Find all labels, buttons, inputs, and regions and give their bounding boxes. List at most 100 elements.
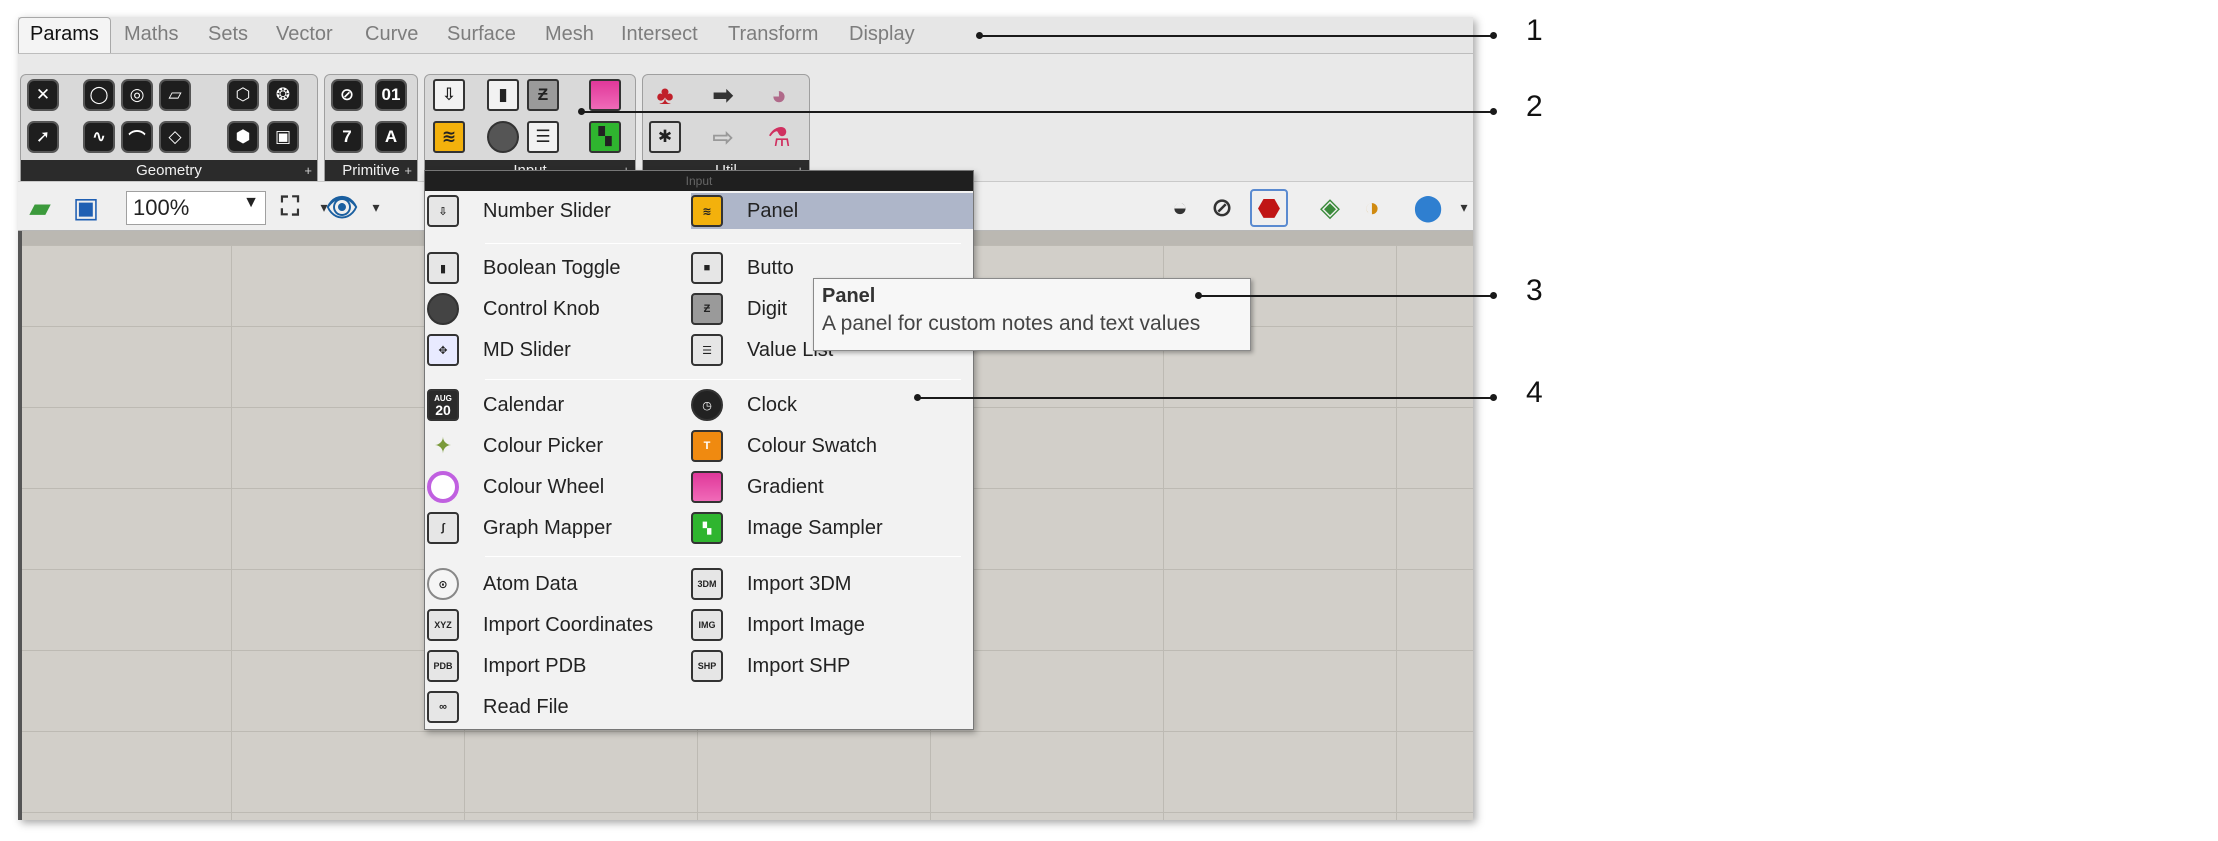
tab-maths[interactable]: Maths <box>124 23 178 46</box>
curve-param-icon[interactable]: ◎ <box>121 79 153 111</box>
menu-item-panel[interactable]: ≋ Panel <box>691 193 973 229</box>
menu-item-value-list[interactable]: ☰ Value List <box>691 332 833 368</box>
image-sampler-icon: ▚ <box>691 512 723 544</box>
number-slider-icon[interactable]: ⇩ <box>433 79 465 111</box>
number-param-icon[interactable]: 7 <box>331 121 363 153</box>
import-3dm-icon-text: 3DM <box>697 579 717 589</box>
menu-item-clock[interactable]: ◷ Clock <box>691 387 797 423</box>
menu-item-colour-swatch[interactable]: T Colour Swatch <box>691 428 877 464</box>
graph-mapper-icon: ∫ <box>427 512 459 544</box>
tab-params[interactable]: Params <box>18 17 111 53</box>
field-param-icon[interactable]: ⬢ <box>227 121 259 153</box>
button-icon[interactable]: ▮ <box>487 79 519 111</box>
primitive-panel-label[interactable]: Primitive + <box>325 160 417 181</box>
md-slider-icon: ✥ <box>427 334 459 366</box>
menu-item-gradient[interactable]: Gradient <box>691 469 824 505</box>
input-dropdown-menu: Input ⇩ Number Slider ≋ Panel ▮ Boolean Tog… <box>424 170 974 730</box>
menu-item-graph-mapper[interactable]: ∫ Graph Mapper <box>427 510 612 546</box>
callout-number: 2 <box>1526 90 1543 123</box>
dropdown-arrow-icon[interactable]: ▾ <box>1448 191 1473 223</box>
menu-item-label: MD Slider <box>483 338 571 361</box>
boolean-param-icon[interactable]: ⊘ <box>331 79 363 111</box>
menu-item-image-sampler[interactable]: ▚ Image Sampler <box>691 510 883 546</box>
control-knob-icon[interactable] <box>487 121 519 153</box>
relay-arrow-icon[interactable]: ➡ <box>707 79 739 111</box>
calendar-icon: AUG 20 <box>427 389 459 421</box>
preview-shaded-icon[interactable]: ◒ <box>1164 191 1196 223</box>
menu-item-colour-wheel[interactable]: Colour Wheel <box>427 469 604 505</box>
menu-item-atom-data[interactable]: ⊙ Atom Data <box>427 566 577 602</box>
import-pdb-icon-text: PDB <box>433 661 453 671</box>
tab-mesh[interactable]: Mesh <box>545 23 594 46</box>
tooltip-description: A panel for custom notes and text values <box>822 312 1201 335</box>
line-param-icon[interactable]: ∿ <box>83 121 115 153</box>
arc-param-icon[interactable]: ⌒ <box>121 121 153 153</box>
draw-icons-icon[interactable]: ◈ <box>1314 191 1346 223</box>
import-shp-icon-text: SHP <box>697 661 717 671</box>
callout-number: 3 <box>1526 274 1543 307</box>
menu-item-colour-picker[interactable]: ✦ Colour Picker <box>427 428 603 464</box>
menu-item-import-shp[interactable]: SHP Import SHP <box>691 648 850 684</box>
menu-item-md-slider[interactable]: ✥ MD Slider <box>427 332 571 368</box>
eye-icon[interactable]: 👁 <box>326 191 359 223</box>
geometry-param-icon[interactable]: ✕ <box>27 79 59 111</box>
tab-sets[interactable]: Sets <box>208 23 248 46</box>
dropdown-arrow-icon[interactable]: ▾ <box>360 191 392 223</box>
menu-item-digit-scroller[interactable]: Ƶ Digit <box>691 291 787 327</box>
menu-item-read-file[interactable]: ∞ Read File <box>427 689 569 725</box>
integer-param-icon[interactable]: 01 <box>375 79 407 111</box>
image-sampler-icon[interactable]: ▚ <box>589 121 621 153</box>
menu-item-import-coordinates[interactable]: XYZ Import Coordinates <box>427 607 653 643</box>
preview-wire-icon[interactable]: ⊘ <box>1206 191 1238 223</box>
panel-tooltip: Panel A panel for custom notes and text … <box>813 278 1251 351</box>
tab-vector[interactable]: Vector <box>276 23 333 46</box>
menu-item-number-slider[interactable]: ⇩ Number Slider <box>427 193 687 229</box>
menu-item-import-3dm[interactable]: 3DM Import 3DM <box>691 566 851 602</box>
geometry-panel-label[interactable]: Geometry + <box>21 160 317 181</box>
zoom-extents-icon[interactable]: ⛶ <box>274 191 306 223</box>
menu-item-label: Boolean Toggle <box>483 256 621 279</box>
fancy-wires-icon[interactable]: ◑ <box>1356 191 1388 223</box>
menu-item-import-image[interactable]: IMG Import Image <box>691 607 865 643</box>
callout-line <box>582 111 1493 113</box>
panel-icon[interactable]: ≋ <box>433 121 465 153</box>
box-param-icon[interactable]: ◇ <box>159 121 191 153</box>
menu-item-control-knob[interactable]: Control Knob <box>427 291 600 327</box>
vector-param-icon[interactable]: ➚ <box>27 121 59 153</box>
flask-icon[interactable]: ⚗ <box>763 121 795 153</box>
tab-curve[interactable]: Curve <box>365 23 418 46</box>
save-file-icon[interactable]: ▣ <box>70 191 102 223</box>
data-dam-icon[interactable]: ◕ <box>763 79 795 111</box>
callout-number: 1 <box>1526 14 1543 47</box>
digit-scroller-icon[interactable]: Ƶ <box>527 79 559 111</box>
menu-item-label: Control Knob <box>483 297 600 320</box>
gradient-icon[interactable] <box>589 79 621 111</box>
surface-param-icon[interactable]: ▱ <box>159 79 191 111</box>
zoom-level-select[interactable]: 100% ▼ <box>126 191 266 225</box>
import-pdb-icon: PDB <box>427 650 459 682</box>
menu-item-button[interactable]: ■ Butto <box>691 250 794 286</box>
menu-item-boolean-toggle[interactable]: ▮ Boolean Toggle <box>427 250 621 286</box>
value-list-icon[interactable]: ☰ <box>527 121 559 153</box>
menu-item-calendar[interactable]: AUG 20 Calendar <box>427 387 564 423</box>
tree-icon[interactable]: ✱ <box>649 121 681 153</box>
open-file-icon[interactable]: ▰ <box>24 191 56 223</box>
mesh-param-icon[interactable]: ❂ <box>267 79 299 111</box>
menu-item-import-pdb[interactable]: PDB Import PDB <box>427 648 586 684</box>
menu-item-label: Colour Swatch <box>747 434 878 457</box>
preview-selected-icon[interactable]: ⬣ <box>1250 189 1288 227</box>
cherry-picker-icon[interactable]: ♣ <box>649 79 681 111</box>
hollow-arrow-icon[interactable]: ⇨ <box>707 121 739 153</box>
brep-param-icon[interactable]: ⬡ <box>227 79 259 111</box>
tab-display[interactable]: Display <box>849 23 915 46</box>
tab-intersect[interactable]: Intersect <box>621 23 698 46</box>
ribbon: ✕ ◯ ◎ ▱ ⬡ ❂ ➚ ∿ ⌒ ◇ ⬢ ▣ Geometry + ⊘ 01 7… <box>18 53 1473 182</box>
import-image-icon: IMG <box>691 609 723 641</box>
group-param-icon[interactable]: ▣ <box>267 121 299 153</box>
circle-param-icon[interactable]: ◯ <box>83 79 115 111</box>
tab-surface[interactable]: Surface <box>447 23 516 46</box>
text-param-icon[interactable]: A <box>375 121 407 153</box>
tab-transform[interactable]: Transform <box>728 23 818 46</box>
menu-item-label: Import 3DM <box>747 572 852 595</box>
sphere-display-icon[interactable]: ⬤ <box>1412 191 1444 223</box>
